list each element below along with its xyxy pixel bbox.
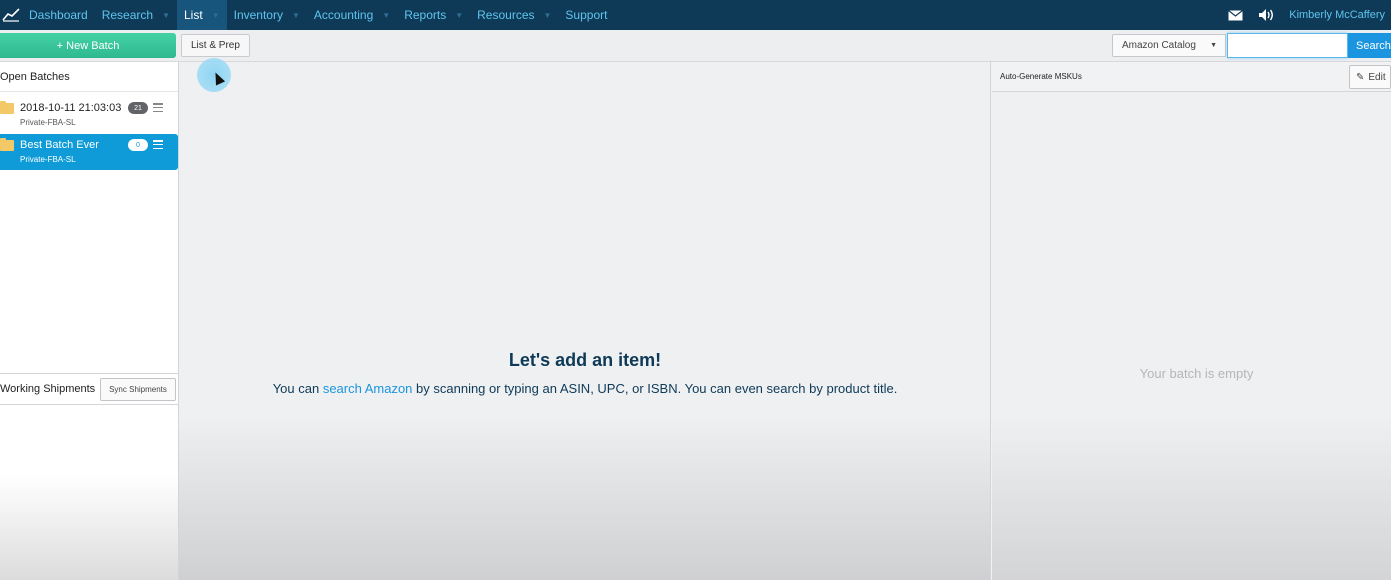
nav-list-label: List — [184, 8, 203, 22]
search-input[interactable] — [1227, 33, 1348, 58]
empty-state-title: Let's add an item! — [508, 350, 662, 370]
toolbar: + New Batch List & Prep Amazon Catalog ▼… — [0, 30, 1391, 62]
chevron-down-icon: ▼ — [1210, 42, 1217, 49]
auto-generate-mskus-label: Auto-Generate MSKUs — [1000, 72, 1082, 81]
nav-support[interactable]: Support — [558, 0, 614, 30]
folder-icon — [0, 101, 14, 114]
desc-text-before: You can — [272, 381, 323, 396]
search-button[interactable]: Search — [1348, 33, 1391, 58]
batch-count-badge: 21 — [128, 102, 148, 114]
nav-accounting-label: Accounting — [313, 8, 374, 22]
new-batch-button[interactable]: + New Batch — [0, 33, 176, 58]
search-amazon-link[interactable]: search Amazon — [323, 381, 413, 396]
chevron-down-icon: ▼ — [382, 10, 391, 20]
working-shipments-title: Working Shipments — [0, 383, 96, 395]
nav-reports-label: Reports — [404, 8, 447, 22]
nav-dashboard[interactable]: Dashboard — [22, 0, 95, 30]
nav-dashboard-label: Dashboard — [29, 8, 88, 22]
batch-item-selected[interactable]: Best Batch Ever Private-FBA-SL 0 — [0, 134, 178, 170]
catalog-select[interactable]: Amazon Catalog ▼ — [1112, 34, 1226, 57]
chevron-down-icon: ▼ — [211, 10, 220, 20]
batch-item[interactable]: 2018-10-11 21:03:03 Private-FBA-SL 21 — [0, 97, 178, 133]
catalog-select-value: Amazon Catalog — [1122, 40, 1196, 51]
top-navbar: Dashboard Research ▼ List ▼ Inventory ▼ Acc… — [0, 0, 1391, 30]
desc-text-after: by scanning or typing an ASIN, UPC, or I… — [412, 381, 898, 396]
nav-resources-label: Resources — [477, 8, 535, 22]
open-batches-title: Open Batches — [0, 62, 178, 92]
edit-label: Edit — [1368, 71, 1386, 83]
nav-reports[interactable]: Reports ▼ — [397, 0, 470, 30]
nav-inventory[interactable]: Inventory ▼ — [227, 0, 307, 30]
batch-count-badge: 0 — [128, 139, 148, 151]
empty-batch-message: Your batch is empty — [1139, 366, 1254, 381]
batch-items-panel: Auto-Generate MSKUs ✎ Edit Your batch is… — [992, 62, 1391, 580]
batch-name: 2018-10-11 21:03:03 — [20, 102, 122, 114]
list-prep-button[interactable]: List & Prep — [181, 34, 250, 57]
hamburger-menu-icon[interactable] — [153, 103, 163, 112]
nav-inventory-label: Inventory — [233, 8, 283, 22]
nav-list[interactable]: List ▼ — [177, 0, 227, 30]
batch-channel: Private-FBA-SL — [20, 118, 76, 127]
auto-generate-mskus-header: Auto-Generate MSKUs — [992, 62, 1391, 92]
mail-icon[interactable] — [1225, 7, 1245, 23]
main-content: Let's add an item! You can search Amazon… — [179, 62, 991, 580]
nav-support-label: Support — [565, 8, 608, 22]
batches-panel: Open Batches 2018-10-11 21:03:03 Private… — [0, 62, 179, 580]
user-menu[interactable]: Kimberly McCaffery — [1289, 9, 1385, 21]
nav-research[interactable]: Research ▼ — [95, 0, 177, 30]
speaker-icon[interactable] — [1257, 7, 1277, 23]
chevron-down-icon: ▼ — [455, 10, 464, 20]
hamburger-menu-icon[interactable] — [153, 140, 163, 149]
working-shipments-list — [0, 405, 178, 580]
edit-button[interactable]: ✎ Edit — [1349, 65, 1391, 89]
nav-right-group: Kimberly McCaffery — [1225, 0, 1385, 30]
sync-shipments-button[interactable]: Sync Shipments — [100, 378, 176, 401]
nav-resources[interactable]: Resources ▼ — [470, 0, 558, 30]
batch-channel: Private-FBA-SL — [20, 155, 76, 164]
nav-research-label: Research — [101, 8, 154, 22]
folder-icon — [0, 138, 14, 151]
working-shipments-header: Working Shipments Sync Shipments — [0, 373, 178, 405]
batch-name: Best Batch Ever — [20, 139, 99, 151]
chevron-down-icon: ▼ — [543, 10, 552, 20]
pencil-icon: ✎ — [1356, 71, 1365, 83]
empty-state-description: You can search Amazon by scanning or typ… — [179, 381, 991, 396]
nav-accounting[interactable]: Accounting ▼ — [307, 0, 397, 30]
logo-chart-icon[interactable] — [0, 0, 22, 30]
chevron-down-icon: ▼ — [162, 10, 170, 20]
chevron-down-icon: ▼ — [291, 10, 300, 20]
